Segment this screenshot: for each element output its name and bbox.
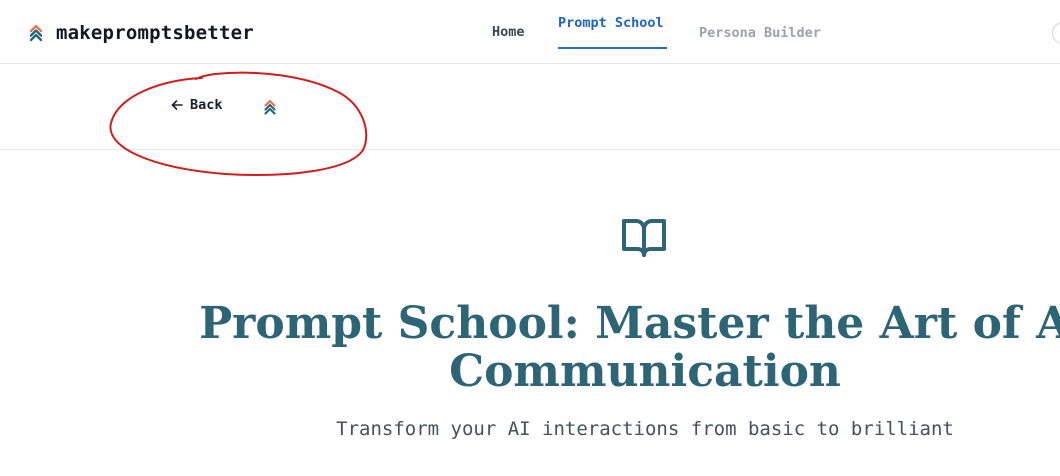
hero-title: Prompt School: Master the Art of AI Comm…: [199, 298, 1060, 397]
chevrons-up-icon: [264, 99, 276, 115]
back-label: Back: [190, 97, 223, 113]
sub-header: Back: [0, 64, 1060, 150]
hero-subtitle: Transform your AI interactions from basi…: [336, 418, 954, 440]
hero-title-clip: Prompt School: Master the Art of AI Comm…: [0, 150, 1060, 476]
hero-section: Prompt School: Master the Art of AI Comm…: [0, 150, 1060, 476]
active-tab-underline: [558, 47, 667, 49]
nav-home[interactable]: Home: [492, 24, 525, 40]
nav-prompt-school[interactable]: Prompt School: [558, 15, 664, 31]
arrow-left-icon: [171, 100, 183, 110]
nav-persona-builder[interactable]: Persona Builder: [699, 25, 821, 41]
main-nav: Home Prompt School Persona Builder: [0, 0, 1060, 64]
top-navbar: makepromptsbetter Home Prompt School Per…: [0, 0, 1060, 64]
back-button[interactable]: Back: [170, 97, 223, 113]
